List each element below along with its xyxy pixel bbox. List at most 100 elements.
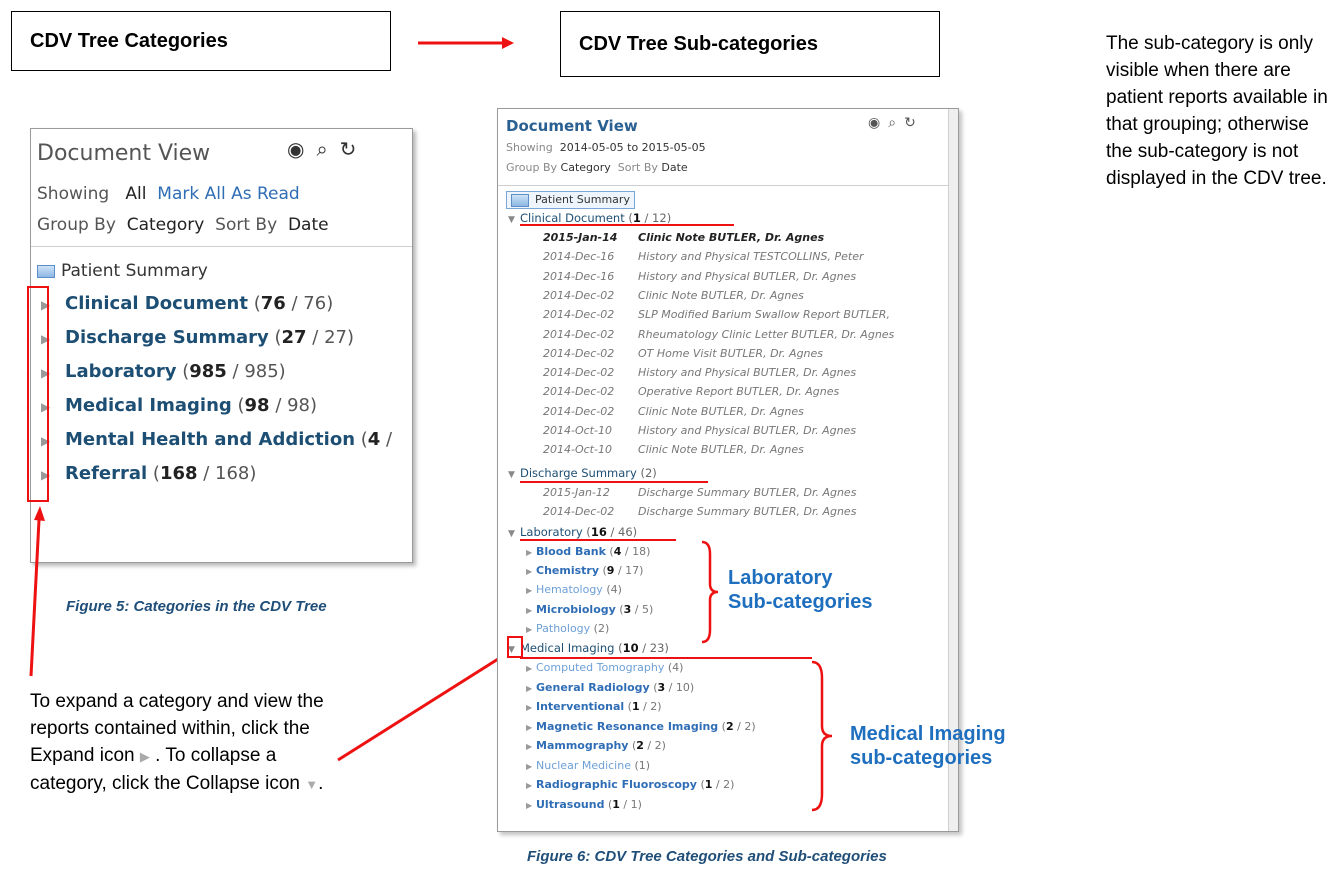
subcategory-count: (4) bbox=[664, 661, 684, 674]
subcategory-name: Nuclear Medicine bbox=[536, 758, 631, 772]
subcategory-count: (2 / 2) bbox=[628, 739, 666, 752]
subcategory-count: (1 / 2) bbox=[696, 778, 735, 791]
document-date: 2015-Jan-14 bbox=[543, 231, 618, 244]
expand-icon[interactable]: ▶ bbox=[526, 801, 536, 810]
group-sort-row: Group By Category Sort By Date bbox=[506, 161, 688, 174]
expand-icon[interactable]: ▶ bbox=[526, 703, 536, 712]
document-row[interactable]: 2014-Dec-16 History and Physical TESTCOLL… bbox=[543, 250, 863, 263]
imaging-brace bbox=[811, 660, 833, 812]
subcategory-name: Ultrasound bbox=[536, 797, 605, 811]
document-date: 2014-Dec-02 bbox=[543, 505, 615, 518]
document-row[interactable]: 2014-Dec-02 Clinic Note BUTLER, Dr. Agnes bbox=[543, 405, 804, 418]
subcategory-name: Hematology bbox=[536, 583, 603, 597]
collapse-icon[interactable]: ▼ bbox=[508, 529, 520, 539]
subcategory-name: Pathology bbox=[536, 621, 591, 635]
subcategory-item[interactable]: ▶ Pathology (2) bbox=[526, 622, 609, 635]
category-discharge-summary[interactable]: ▼ Discharge Summary (2) bbox=[508, 466, 657, 480]
document-row[interactable]: 2014-Dec-02 Operative Report BUTLER, Dr. … bbox=[543, 385, 839, 398]
document-title: Clinic Note BUTLER, Dr. Agnes bbox=[638, 443, 804, 457]
refresh-icon[interactable]: ↻ bbox=[904, 115, 924, 131]
patient-summary-item[interactable]: Patient Summary bbox=[506, 191, 635, 209]
document-title: Clinic Note BUTLER, Dr. Agnes bbox=[638, 231, 825, 244]
sort-by-value[interactable]: Date bbox=[661, 161, 687, 174]
document-title: Clinic Note BUTLER, Dr. Agnes bbox=[638, 404, 804, 418]
document-row[interactable]: 2014-Dec-02 SLP Modified Barium Swallow R… bbox=[543, 308, 890, 321]
document-row[interactable]: 2015-Jan-14 Clinic Note BUTLER, Dr. Agnes bbox=[543, 231, 824, 244]
subcategory-item[interactable]: ▶ Mammography (2 / 2) bbox=[526, 739, 666, 752]
document-row[interactable]: 2014-Dec-02 Discharge Summary BUTLER, Dr.… bbox=[543, 505, 856, 518]
subcategory-name: Interventional bbox=[536, 700, 625, 713]
category-laboratory[interactable]: ▼ Laboratory (16 / 46) bbox=[508, 525, 637, 539]
search-icon[interactable]: ⌕ bbox=[888, 115, 904, 131]
document-title: Clinic Note BUTLER, Dr. Agnes bbox=[638, 288, 804, 302]
document-title: History and Physical TESTCOLLINS, Peter bbox=[638, 250, 864, 264]
subcategory-item[interactable]: ▶ Chemistry (9 / 17) bbox=[526, 564, 643, 577]
subcategory-count: (1 / 2) bbox=[624, 700, 662, 713]
subcategory-name: Mammography bbox=[536, 739, 629, 752]
discharge-underline bbox=[520, 481, 708, 483]
expand-icon[interactable]: ▶ bbox=[526, 664, 536, 673]
subcategory-count: (2) bbox=[590, 621, 610, 635]
document-title: OT Home Visit BUTLER, Dr. Agnes bbox=[638, 346, 824, 360]
document-date: 2014-Dec-02 bbox=[543, 404, 615, 418]
document-row[interactable]: 2014-Oct-10 History and Physical BUTLER, … bbox=[543, 424, 856, 437]
subcategory-count: (4 / 18) bbox=[605, 545, 651, 558]
expand-icon[interactable]: ▶ bbox=[526, 742, 536, 751]
subcategory-item[interactable]: ▶ Ultrasound (1 / 1) bbox=[526, 798, 642, 811]
document-title: Operative Report BUTLER, Dr. Agnes bbox=[638, 385, 840, 399]
subcategory-item[interactable]: ▶ Blood Bank (4 / 18) bbox=[526, 545, 650, 558]
expand-icon[interactable]: ▶ bbox=[526, 567, 536, 576]
document-row[interactable]: 2014-Dec-16 History and Physical BUTLER, … bbox=[543, 270, 856, 283]
document-date: 2014-Dec-02 bbox=[543, 327, 615, 341]
document-row[interactable]: 2014-Oct-10 Clinic Note BUTLER, Dr. Agnes bbox=[543, 443, 804, 456]
collapse-icon[interactable]: ▼ bbox=[508, 215, 520, 225]
expand-icon[interactable]: ▶ bbox=[526, 723, 536, 732]
subcategory-item[interactable]: ▶ Nuclear Medicine (1) bbox=[526, 759, 650, 772]
document-date: 2014-Dec-02 bbox=[543, 385, 615, 399]
document-title: History and Physical BUTLER, Dr. Agnes bbox=[638, 424, 857, 437]
toolbar-icons: ◉⌕↻ bbox=[868, 115, 924, 131]
subcategory-name: Computed Tomography bbox=[536, 661, 665, 674]
document-title: History and Physical BUTLER, Dr. Agnes bbox=[638, 366, 857, 380]
subcategory-name: Blood Bank bbox=[536, 545, 606, 558]
subcategory-count: (9 / 17) bbox=[599, 564, 644, 578]
expand-icon[interactable]: ▶ bbox=[526, 606, 536, 615]
document-date: 2015-Jan-12 bbox=[543, 486, 610, 499]
expand-icon[interactable]: ▶ bbox=[526, 625, 536, 634]
subcategory-item[interactable]: ▶ General Radiology (3 / 10) bbox=[526, 681, 694, 694]
document-row[interactable]: 2015-Jan-12 Discharge Summary BUTLER, Dr.… bbox=[543, 486, 856, 499]
category-clinical-document[interactable]: ▼ Clinical Document (1 / 12) bbox=[508, 211, 671, 225]
expand-icon[interactable]: ▶ bbox=[526, 762, 536, 771]
eye-icon[interactable]: ◉ bbox=[868, 115, 888, 131]
subcategory-count: (3 / 5) bbox=[615, 602, 654, 616]
subcategory-count: (1) bbox=[630, 758, 651, 772]
document-row[interactable]: 2014-Dec-02 Rheumatology Clinic Letter BU… bbox=[543, 328, 894, 341]
expand-icon[interactable]: ▶ bbox=[526, 586, 536, 595]
document-title: Discharge Summary BUTLER, Dr. Agnes bbox=[638, 505, 857, 518]
category-medical-imaging[interactable]: ▼ Medical Imaging (10 / 23) bbox=[508, 641, 669, 655]
subcategory-item[interactable]: ▶ Microbiology (3 / 5) bbox=[526, 603, 653, 616]
document-title: Discharge Summary BUTLER, Dr. Agnes bbox=[638, 486, 857, 499]
document-row[interactable]: 2014-Dec-02 Clinic Note BUTLER, Dr. Agnes bbox=[543, 289, 804, 302]
subcategory-count: (2 / 2) bbox=[718, 719, 756, 733]
expand-icon[interactable]: ▶ bbox=[526, 781, 536, 790]
subcategory-item[interactable]: ▶ Magnetic Resonance Imaging (2 / 2) bbox=[526, 720, 756, 733]
subcategory-item[interactable]: ▶ Hematology (4) bbox=[526, 583, 622, 596]
subcategory-name: General Radiology bbox=[536, 680, 650, 694]
document-date: 2014-Dec-02 bbox=[543, 288, 615, 302]
subcategory-item[interactable]: ▶ Interventional (1 / 2) bbox=[526, 700, 662, 713]
subcategory-item[interactable]: ▶ Computed Tomography (4) bbox=[526, 661, 683, 674]
group-by-value[interactable]: Category bbox=[561, 161, 611, 174]
subcategory-count: (1 / 1) bbox=[604, 797, 642, 811]
showing-value[interactable]: 2014-05-05 to 2015-05-05 bbox=[560, 141, 706, 154]
collapse-icon[interactable]: ▼ bbox=[508, 470, 520, 480]
subcategory-item[interactable]: ▶ Radiographic Fluoroscopy (1 / 2) bbox=[526, 778, 734, 791]
collapse-icon-highlight bbox=[507, 636, 523, 658]
document-row[interactable]: 2014-Dec-02 OT Home Visit BUTLER, Dr. Agn… bbox=[543, 347, 823, 360]
subcategory-count: (3 / 10) bbox=[649, 680, 695, 694]
expand-icon[interactable]: ▶ bbox=[526, 684, 536, 693]
imaging-underline bbox=[520, 657, 812, 659]
expand-icon[interactable]: ▶ bbox=[526, 548, 536, 557]
document-row[interactable]: 2014-Dec-02 History and Physical BUTLER, … bbox=[543, 366, 856, 379]
document-date: 2014-Dec-16 bbox=[543, 269, 615, 283]
